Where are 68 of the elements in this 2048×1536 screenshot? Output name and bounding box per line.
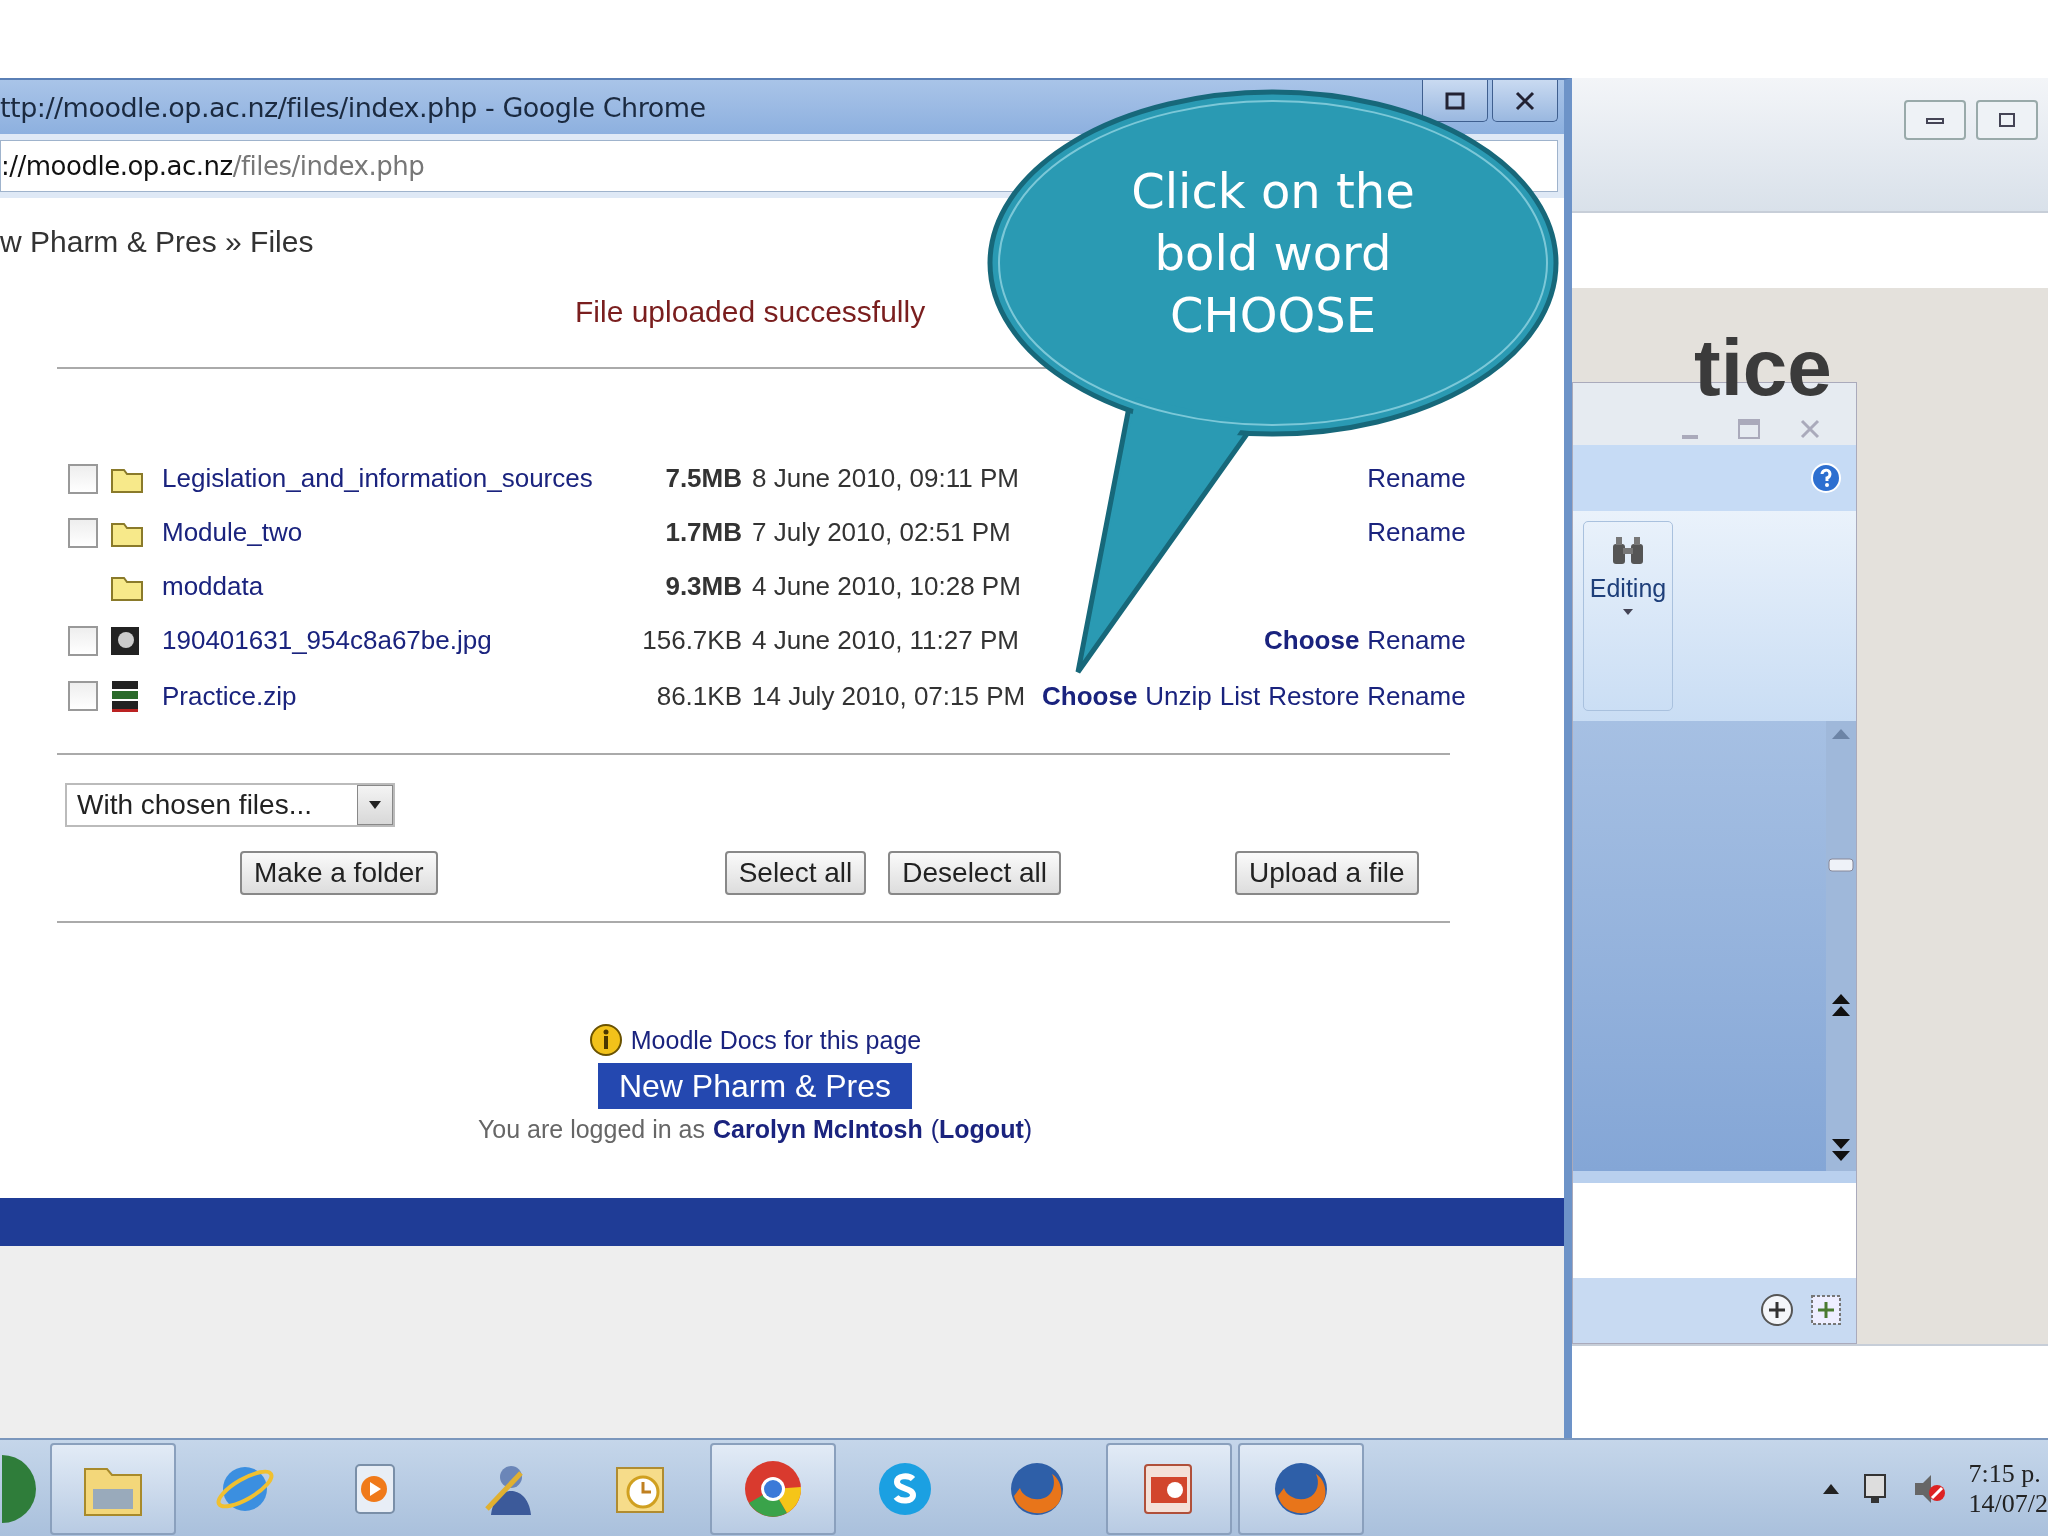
action-link[interactable]: Choose [1042, 680, 1138, 712]
upload-notice: File uploaded successfully [575, 295, 926, 329]
page-button[interactable]: Make a folder [240, 851, 438, 895]
file-date: 8 June 2010, 09:11 PM [752, 463, 1019, 494]
image-icon [110, 625, 140, 656]
action-link[interactable]: Rename [1367, 463, 1466, 494]
slide-title: tice [1694, 328, 1832, 408]
file-date: 4 June 2010, 11:27 PM [752, 625, 1019, 656]
user-link[interactable]: Carolyn McIntosh [712, 1115, 923, 1144]
action-link[interactable]: Rename [1367, 680, 1466, 712]
file-date: 14 July 2010, 07:15 PM [752, 680, 1026, 712]
editing-button[interactable]: Editing [1583, 521, 1673, 711]
file-date: 4 June 2010, 10:28 PM [752, 571, 1021, 602]
breadcrumb: w Pharm & Pres » Files [0, 225, 314, 260]
file-link[interactable]: Practice.zip [162, 680, 297, 712]
logout-link[interactable]: (Logout) [930, 1115, 1033, 1144]
caret-icon [1623, 609, 1633, 615]
scroll-thumb-icon[interactable] [1828, 858, 1854, 873]
file-link[interactable]: Module_two [162, 517, 303, 548]
file-size: 7.5MB [665, 463, 742, 494]
action-link[interactable]: Rename [1367, 517, 1466, 548]
file-size: 1.7MB [665, 517, 742, 548]
maximize-button[interactable] [1976, 100, 2038, 140]
file-checkbox[interactable] [68, 517, 98, 548]
action-link[interactable]: Choose [1264, 625, 1360, 656]
course-link[interactable]: New Pharm & Pres [598, 1063, 912, 1109]
clock[interactable]: 7:15 p. 14/07/2 [1968, 1459, 2048, 1519]
bulk-action-dropdown[interactable]: With chosen files... [65, 783, 395, 827]
maximize-icon [1998, 112, 2016, 128]
taskbar-button[interactable] [50, 1443, 176, 1535]
close-icon [1514, 90, 1536, 111]
file-date: 7 July 2010, 02:51 PM [752, 517, 1011, 548]
maximize-button[interactable] [1422, 80, 1488, 122]
muted-speaker-icon[interactable] [1912, 1473, 1947, 1505]
maximize-icon [1445, 91, 1465, 110]
archive-icon [110, 679, 140, 713]
help-icon[interactable] [1810, 462, 1842, 494]
zoom-in-icon[interactable] [1760, 1293, 1794, 1328]
file-checkbox[interactable] [68, 681, 98, 711]
minimize-button[interactable] [1904, 100, 1966, 140]
close-button[interactable] [1492, 80, 1558, 122]
file-size: 9.3MB [665, 571, 742, 602]
page-button[interactable]: Deselect all [888, 851, 1061, 895]
minimize-icon [1925, 115, 1945, 125]
docs-link[interactable]: Moodle Docs for this page [630, 1025, 922, 1055]
file-size: 86.1KB [656, 680, 742, 712]
taskbar-button[interactable] [710, 1443, 836, 1535]
file-checkbox[interactable] [68, 463, 98, 494]
fit-to-window-icon[interactable] [1810, 1294, 1842, 1327]
next-slide-icon[interactable] [1832, 1136, 1850, 1163]
file-link[interactable]: Legislation_and_information_sources [162, 463, 593, 494]
action-link[interactable]: List [1219, 680, 1261, 712]
caret-icon [368, 800, 382, 810]
page-button[interactable]: Select all [724, 851, 867, 895]
taskbar-button[interactable] [1106, 1443, 1232, 1535]
action-link[interactable]: Restore [1268, 680, 1360, 712]
page-button[interactable]: Upload a file [1235, 851, 1419, 895]
file-size: 156.7KB [642, 625, 742, 656]
info-icon [588, 1023, 623, 1057]
show-hidden-icons-icon[interactable] [1822, 1484, 1839, 1494]
login-text: You are logged in as [477, 1115, 705, 1144]
file-checkbox[interactable] [68, 625, 98, 656]
action-link[interactable]: Rename [1367, 625, 1466, 656]
taskbar-button[interactable] [1238, 1443, 1364, 1535]
file-link[interactable]: 190401631_954c8a67be.jpg [162, 625, 492, 656]
action-link[interactable]: Unzip [1145, 680, 1212, 712]
window-title: ttp://moodle.op.ac.nz/files/index.php - Google Chrome [0, 91, 706, 123]
file-link[interactable]: moddata [162, 571, 264, 602]
